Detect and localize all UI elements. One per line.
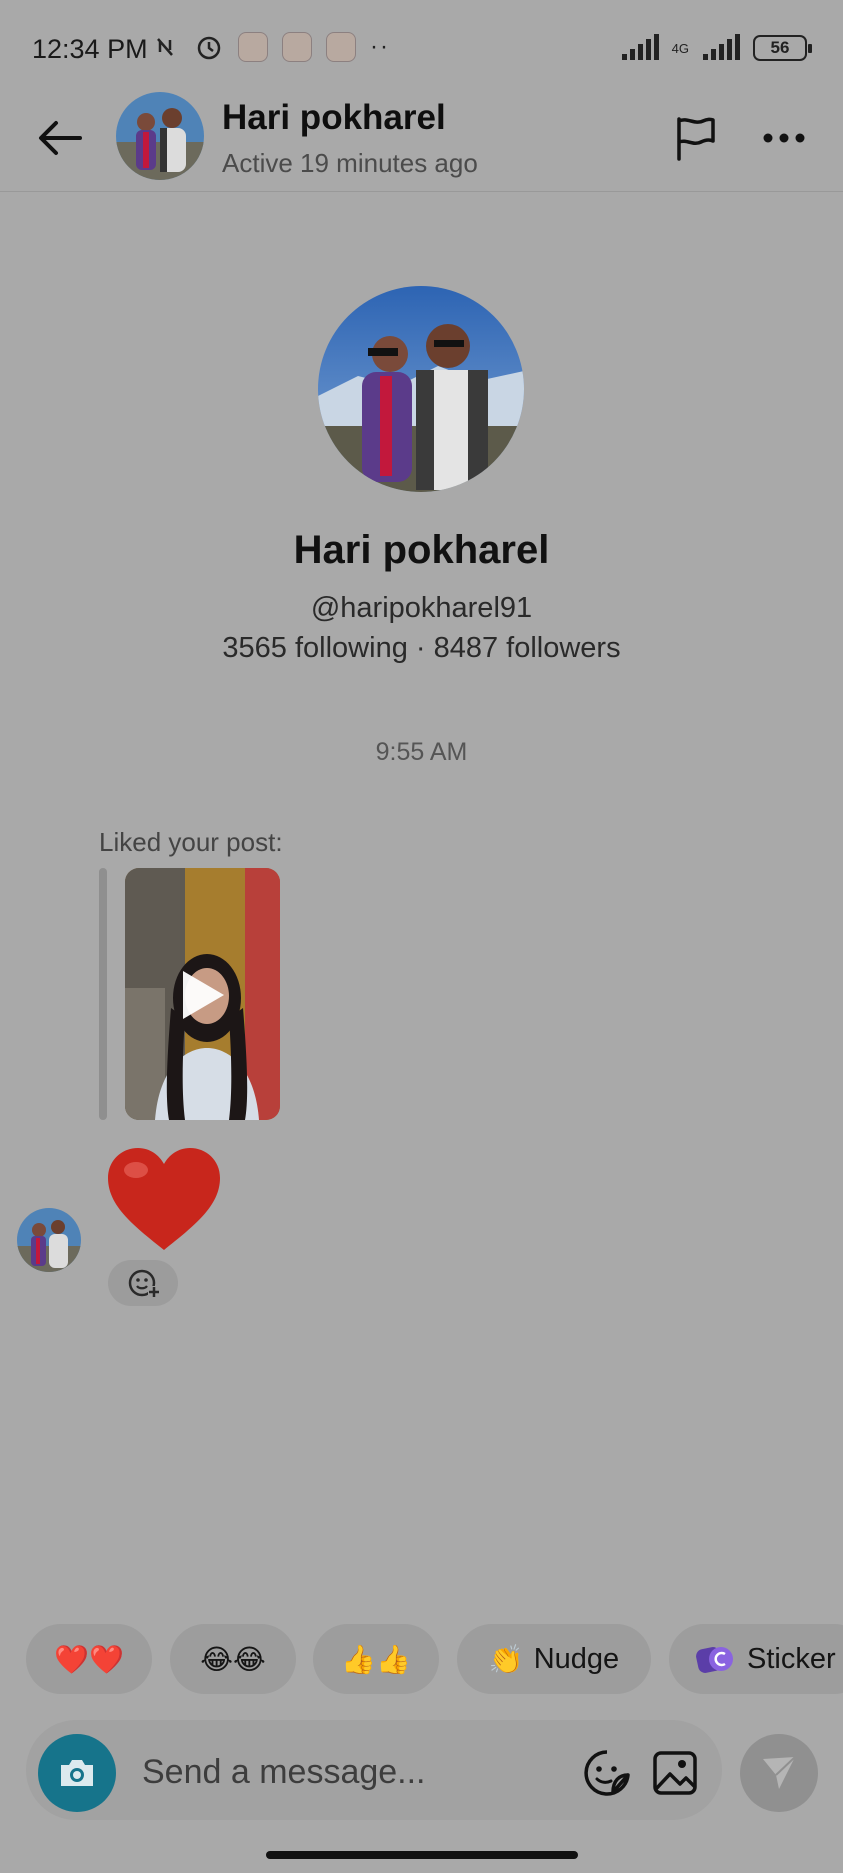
active-status: Active 19 minutes ago xyxy=(222,148,478,178)
contact-name[interactable]: Hari pokharel xyxy=(222,98,446,138)
quick-reply-label: Nudge xyxy=(533,1642,620,1675)
add-reaction-button[interactable] xyxy=(108,1260,178,1306)
profile-stats: 3565 following · 8487 followers xyxy=(222,632,621,664)
gallery-button[interactable] xyxy=(650,1748,700,1798)
more-notifications-icon: ·· xyxy=(370,33,390,60)
profile-avatar[interactable] xyxy=(318,286,524,492)
quick-reply-emoji: 👍👍 xyxy=(341,1643,411,1675)
sticker-icon xyxy=(696,1647,733,1673)
home-indicator[interactable] xyxy=(266,1851,578,1859)
flag-icon xyxy=(677,117,715,161)
quick-reply-emoji: 😂😂 xyxy=(200,1643,266,1675)
send-button[interactable] xyxy=(740,1734,818,1812)
status-notification-icons: ·· xyxy=(150,32,390,62)
more-horizontal-icon xyxy=(763,133,805,143)
quote-bar xyxy=(99,868,107,1120)
quick-reply-sticker[interactable]: Sticker xyxy=(669,1624,843,1694)
quick-reply-thumbs-up[interactable]: 👍👍 xyxy=(313,1624,439,1694)
alarm-icon xyxy=(194,32,224,62)
app-notification-icon xyxy=(326,32,356,62)
play-icon xyxy=(179,968,227,1027)
emoji-sticker-button[interactable] xyxy=(582,1748,632,1798)
sticker-face-icon xyxy=(584,1750,630,1796)
profile-handle: @haripokharel91 xyxy=(310,592,533,624)
status-bar: 12:34 PM ·· 4G 56 xyxy=(0,0,843,96)
send-icon xyxy=(763,1756,796,1789)
post-thumbnail[interactable] xyxy=(125,868,280,1120)
quick-reply-nudge[interactable]: 👏 Nudge xyxy=(457,1624,651,1694)
battery-icon: 56 xyxy=(753,35,812,61)
add-emoji-icon xyxy=(128,1269,160,1298)
chat-header: Hari pokharel Active 19 minutes ago xyxy=(0,90,843,192)
signal-icon xyxy=(621,34,659,60)
back-button[interactable] xyxy=(30,108,90,168)
quick-reply-hearts[interactable]: ❤️❤️ xyxy=(26,1624,152,1694)
status-time: 12:34 PM xyxy=(32,34,148,64)
quick-reply-laughing[interactable]: 😂😂 xyxy=(170,1624,296,1694)
image-icon xyxy=(653,1751,697,1795)
quick-reply-emoji: ❤️❤️ xyxy=(54,1643,124,1675)
signal-icon xyxy=(703,34,740,60)
avatar[interactable] xyxy=(116,92,204,180)
sender-avatar[interactable] xyxy=(17,1208,81,1272)
vibrate-off-icon xyxy=(150,32,180,62)
heart-message[interactable] xyxy=(104,1146,224,1254)
network-type-label: 4G xyxy=(671,40,689,56)
report-button[interactable] xyxy=(668,110,724,166)
nudge-icon: 👏 xyxy=(488,1643,524,1675)
liked-post-label: Liked your post: xyxy=(99,827,283,857)
status-system-icons: 4G 56 xyxy=(620,34,812,62)
profile-name: Hari pokharel xyxy=(293,528,550,572)
app-notification-icon xyxy=(238,32,268,62)
quick-reply-label: Sticker xyxy=(747,1642,836,1675)
camera-icon xyxy=(61,1760,93,1786)
message-input[interactable] xyxy=(142,1748,542,1796)
camera-button[interactable] xyxy=(38,1734,116,1812)
message-timestamp: 9:55 AM xyxy=(375,738,468,766)
more-options-button[interactable] xyxy=(756,110,812,166)
snapchat-notification-icon xyxy=(282,32,312,62)
arrow-left-icon xyxy=(39,121,82,155)
quick-replies: ❤️❤️ 😂😂 👍👍 👏 Nudge Sticker xyxy=(0,1624,843,1694)
